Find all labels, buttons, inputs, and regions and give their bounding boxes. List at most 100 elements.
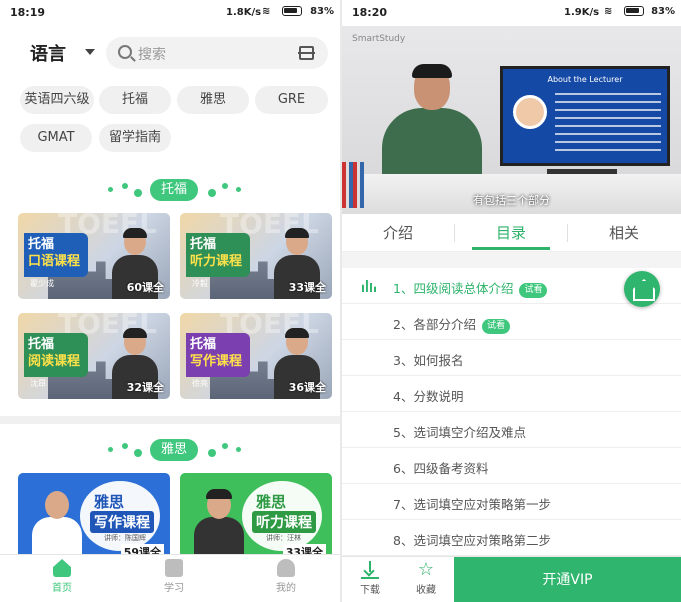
search-bar[interactable]: 搜索: [106, 37, 328, 69]
battery-percent: 83%: [651, 6, 675, 17]
card-title: 托福 阅读课程: [24, 333, 88, 377]
card-teacher: 沈昂: [30, 379, 46, 388]
search-icon: [118, 45, 132, 59]
decor-dot: [236, 447, 241, 452]
decor-dot: [236, 187, 241, 192]
battery-icon: [624, 6, 644, 16]
decor-dot: [108, 187, 113, 192]
video-player[interactable]: SmartStudy About the Lecturer 有包括三个部分: [342, 26, 681, 214]
lesson-count: 36课全: [288, 381, 326, 394]
tab-profile[interactable]: 我的: [256, 559, 316, 594]
chip-ielts[interactable]: 雅思: [177, 86, 249, 114]
chip-gmat[interactable]: GMAT: [20, 124, 92, 152]
tab-separator: [567, 224, 568, 242]
tab-study[interactable]: 学习: [144, 559, 204, 594]
favorite-label: 收藏: [416, 585, 436, 596]
card-teacher: 讲师：陈国辉: [104, 534, 146, 542]
status-time: 18:19: [10, 6, 46, 19]
course-card-ielts-writing[interactable]: 雅思 写作课程 讲师：陈国辉 59课全: [18, 473, 170, 559]
tab-label: 我的: [276, 583, 296, 594]
course-card-toefl-speaking[interactable]: TOEFL 托福 口语课程 翟少成 60课全: [18, 213, 170, 299]
decor-dot: [134, 449, 142, 457]
section-header-ielts: 雅思: [0, 439, 340, 461]
language-selector[interactable]: 语言: [30, 40, 66, 66]
card-teacher: 冷毅: [192, 279, 208, 288]
tab-home[interactable]: 首页: [32, 559, 92, 594]
teacher-photo: [194, 489, 244, 559]
chip-gre[interactable]: GRE: [255, 86, 328, 114]
card-title: 雅思: [256, 493, 287, 511]
tab-catalog[interactable]: 目录: [471, 222, 551, 243]
course-card-toefl-reading[interactable]: TOEFL 托福 阅读课程 沈昂 32课全: [18, 313, 170, 399]
chip-study-abroad[interactable]: 留学指南: [99, 124, 171, 152]
download-button[interactable]: 下载: [350, 561, 390, 596]
status-bar: 18:20 1.9K/s ≋ 83%: [342, 0, 681, 26]
decor-dot: [108, 447, 113, 452]
card-title: 托福 写作课程: [186, 333, 250, 377]
teacher-photo: [32, 489, 82, 559]
lesson-item[interactable]: 3、如何报名: [342, 340, 681, 376]
lesson-count: 32课全: [126, 381, 164, 394]
lesson-item[interactable]: 8、选词填空应对策略第二步: [342, 520, 681, 556]
download-icon: [361, 561, 379, 579]
lesson-item[interactable]: 6、四级备考资料: [342, 448, 681, 484]
video-caption: 有包括三个部分: [473, 194, 550, 207]
favorite-button[interactable]: ☆ 收藏: [406, 559, 446, 597]
slide-text: [555, 93, 661, 153]
tab-separator: [454, 224, 455, 242]
active-tab-indicator: [472, 247, 550, 250]
card-teacher: 徐亮: [192, 379, 208, 388]
card-title: 托福 口语课程: [24, 233, 88, 277]
spacer: [342, 252, 681, 268]
bottom-action-bar: 下载 ☆ 收藏 开通VIP: [342, 556, 681, 602]
scan-icon[interactable]: [298, 46, 315, 60]
star-icon: ☆: [417, 559, 435, 580]
card-title: 雅思: [94, 493, 125, 511]
section-header-toefl: 托福: [0, 179, 340, 201]
lesson-item[interactable]: 7、选词填空应对策略第一步: [342, 484, 681, 520]
course-card-toefl-writing[interactable]: TOEFL 托福 写作课程 徐亮 36课全: [180, 313, 332, 399]
tab-related[interactable]: 相关: [584, 222, 664, 243]
course-card-ielts-listening[interactable]: 雅思 听力课程 讲师：汪林 33课全: [180, 473, 332, 559]
card-teacher: 讲师：汪林: [266, 534, 301, 542]
course-card-toefl-listening[interactable]: TOEFL 托福 听力课程 冷毅 33课全: [180, 213, 332, 299]
caret-down-icon[interactable]: [85, 49, 95, 55]
wifi-icon: ≋: [262, 6, 271, 17]
decor-dot: [222, 443, 228, 449]
tab-intro[interactable]: 介绍: [358, 222, 438, 243]
chip-toefl[interactable]: 托福: [99, 86, 171, 114]
decor-dot: [122, 443, 128, 449]
lesson-title: 1、四级阅读总体介绍: [393, 281, 514, 296]
battery-icon: [282, 6, 302, 16]
lesson-title: 7、选词填空应对策略第一步: [393, 497, 551, 512]
open-vip-button[interactable]: 开通VIP: [454, 557, 681, 602]
battery-percent: 83%: [310, 6, 334, 17]
decor-dot: [122, 183, 128, 189]
user-icon: [277, 559, 295, 577]
decor-dot: [222, 183, 228, 189]
section-title: 托福: [150, 179, 198, 201]
presentation-screen: About the Lecturer: [500, 66, 670, 166]
card-teacher: 翟少成: [30, 279, 54, 288]
lesson-item[interactable]: 4、分数说明: [342, 376, 681, 412]
wifi-icon: ≋: [604, 6, 613, 17]
playing-icon: [362, 280, 376, 292]
lesson-title: 8、选词填空应对策略第二步: [393, 533, 551, 548]
lesson-count: 60课全: [126, 281, 164, 294]
lecturer-photo: [513, 95, 547, 129]
lesson-title: 3、如何报名: [393, 353, 464, 368]
section-divider: [0, 416, 340, 424]
home-button[interactable]: [624, 271, 660, 307]
lesson-title: 6、四级备考资料: [393, 461, 489, 476]
lesson-item[interactable]: 5、选词填空介绍及难点: [342, 412, 681, 448]
home-screen: 18:19 1.8K/s ≋ 83% 语言 搜索 英语四六级 托福 雅思 GRE…: [0, 0, 340, 602]
lesson-title: 4、分数说明: [393, 389, 464, 404]
lesson-title: 2、各部分介绍: [393, 317, 476, 332]
bottom-tab-bar: 首页 学习 我的: [0, 554, 340, 602]
search-input[interactable]: 搜索: [138, 44, 166, 64]
chip-cet[interactable]: 英语四六级: [20, 86, 94, 114]
course-detail-screen: 18:20 1.9K/s ≋ 83% SmartStudy About the …: [342, 0, 681, 602]
lesson-item[interactable]: 2、各部分介绍 试看: [342, 304, 681, 340]
category-chips: 英语四六级 托福 雅思 GRE GMAT 留学指南: [20, 86, 338, 162]
video-watermark: SmartStudy: [352, 34, 406, 44]
